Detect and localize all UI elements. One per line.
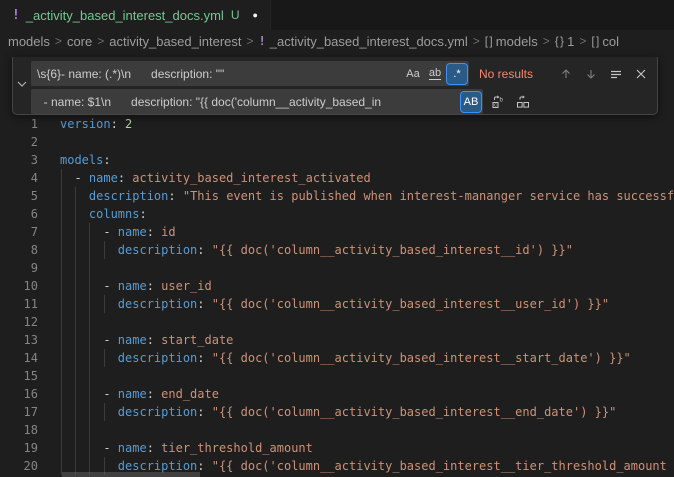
unsaved-dot-icon[interactable]: ●: [253, 10, 258, 20]
breadcrumb-label: activity_based_interest: [109, 34, 241, 49]
code-line[interactable]: columns:: [0, 205, 147, 223]
code-line[interactable]: - name: start_date: [0, 331, 233, 349]
whole-word-button[interactable]: ab: [425, 64, 445, 84]
breadcrumb-item[interactable]: ! _activity_based_interest_docs.yml: [259, 34, 468, 49]
toggle-replace-button[interactable]: [13, 57, 31, 114]
breadcrumb-item[interactable]: activity_based_interest: [109, 34, 241, 49]
breadcrumb-separator-icon: >: [579, 34, 586, 48]
selection-icon: [609, 67, 623, 81]
close-find-button[interactable]: [631, 64, 651, 84]
array-symbol-icon: [ ]: [591, 34, 598, 48]
code-line[interactable]: - name: tier_threshold_amount: [0, 439, 313, 457]
code-line[interactable]: - name: end_date: [0, 385, 219, 403]
indent-guide: [104, 403, 105, 421]
indent-guide: [61, 169, 62, 475]
find-replace-widget: \s{6}- name: (.*)\n description: "" Aa a…: [12, 57, 658, 115]
breadcrumb-label: col: [602, 34, 619, 49]
preserve-case-button[interactable]: AB: [461, 92, 481, 112]
svg-text:b: b: [500, 97, 504, 103]
previous-match-button[interactable]: [556, 64, 576, 84]
tab-filename: _activity_based_interest_docs.yml: [26, 8, 224, 23]
replace-input-value[interactable]: - name: $1\n description: "{{ doc('colum…: [31, 95, 461, 109]
replace-row: - name: $1\n description: "{{ doc('colum…: [31, 89, 651, 114]
object-symbol-icon: { }: [555, 34, 563, 48]
replace-all-icon: [515, 94, 531, 110]
breadcrumb-label: core: [67, 34, 92, 49]
breadcrumb-label: 1: [567, 34, 574, 49]
find-results-count: No results: [479, 67, 533, 81]
match-case-button[interactable]: Aa: [403, 64, 423, 84]
horizontal-scrollbar[interactable]: [62, 472, 200, 477]
code-line[interactable]: - name: user_id: [0, 277, 212, 295]
code-line[interactable]: [0, 367, 60, 385]
editor[interactable]: \s{6}- name: (.*)\n description: "" Aa a…: [0, 52, 674, 477]
code-line[interactable]: description: "{{ doc('column__activity_b…: [0, 295, 609, 313]
code-line[interactable]: description: "{{ doc('column__activity_b…: [0, 403, 616, 421]
git-untracked-badge: U: [231, 8, 240, 22]
code-line[interactable]: models:: [0, 151, 111, 169]
code-line[interactable]: description: "{{ doc('column__activity_b…: [0, 349, 631, 367]
indent-guide: [104, 349, 105, 367]
code-line[interactable]: [0, 259, 60, 277]
replace-all-button[interactable]: [513, 92, 533, 112]
svg-text:c: c: [494, 102, 497, 108]
replace-button[interactable]: b c: [488, 92, 508, 112]
code-line[interactable]: [0, 313, 60, 331]
indent-guide: [75, 187, 76, 475]
breadcrumb-item[interactable]: models: [8, 34, 50, 49]
replace-icon: b c: [490, 94, 506, 110]
next-match-button[interactable]: [581, 64, 601, 84]
arrow-up-icon: [559, 67, 573, 81]
breadcrumb-separator-icon: >: [543, 34, 550, 48]
yaml-file-icon: !: [12, 8, 20, 23]
find-input-value[interactable]: \s{6}- name: (.*)\n description: "": [31, 67, 403, 81]
breadcrumb-separator-icon: >: [55, 34, 62, 48]
code-line[interactable]: [0, 133, 60, 151]
code-line[interactable]: description: "{{ doc('column__activity_b…: [0, 241, 573, 259]
breadcrumb-label: models: [8, 34, 50, 49]
find-in-selection-button[interactable]: [606, 64, 626, 84]
find-row: \s{6}- name: (.*)\n description: "" Aa a…: [31, 61, 651, 86]
code-line[interactable]: description: "This event is published wh…: [0, 187, 674, 205]
code-line[interactable]: version: 2: [0, 115, 132, 133]
tab-bar: ! _activity_based_interest_docs.yml U ●: [0, 0, 674, 30]
breadcrumb: models > core > activity_based_interest >! _ac…: [0, 30, 674, 52]
code-line[interactable]: [0, 421, 60, 439]
breadcrumb-separator-icon: >: [473, 34, 480, 48]
breadcrumb-separator-icon: >: [247, 34, 254, 48]
arrow-down-icon: [584, 67, 598, 81]
indent-guide: [104, 241, 105, 259]
breadcrumb-label: _activity_based_interest_docs.yml: [270, 34, 468, 49]
breadcrumb-label: models: [496, 34, 538, 49]
close-icon: [635, 68, 647, 80]
breadcrumb-item[interactable]: { } 1: [555, 34, 575, 49]
breadcrumb-item[interactable]: [ ] models: [485, 34, 538, 49]
yaml-symbol-icon: !: [259, 34, 266, 48]
breadcrumb-item[interactable]: [ ] col: [591, 34, 619, 49]
indent-guide: [89, 223, 90, 475]
code-line[interactable]: - name: activity_based_interest_activate…: [0, 169, 371, 187]
replace-input[interactable]: - name: $1\n description: "{{ doc('colum…: [31, 89, 483, 114]
tab-active-file[interactable]: ! _activity_based_interest_docs.yml U ●: [0, 0, 271, 30]
breadcrumb-item[interactable]: core: [67, 34, 92, 49]
chevron-down-icon: [16, 77, 28, 95]
breadcrumb-separator-icon: >: [97, 34, 104, 48]
array-symbol-icon: [ ]: [485, 34, 492, 48]
code-line[interactable]: - name: id: [0, 223, 176, 241]
find-input[interactable]: \s{6}- name: (.*)\n description: "" Aa a…: [31, 61, 469, 86]
indent-guide: [104, 295, 105, 313]
regex-button[interactable]: .*: [447, 64, 467, 84]
